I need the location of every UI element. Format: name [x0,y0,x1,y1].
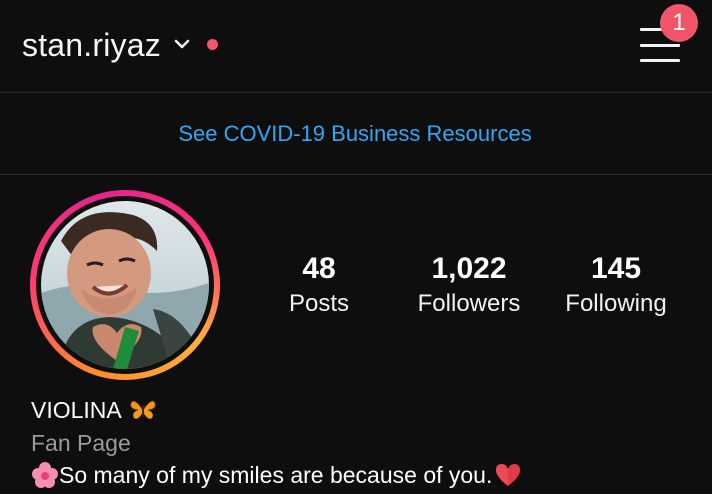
account-username[interactable]: stan.riyaz [22,27,161,64]
avatar [41,201,209,369]
profile-screen: stan.riyaz 1 See COVID-19 Business Resou… [0,0,712,494]
following-stat[interactable]: 145 Following [556,252,676,318]
following-count: 145 [590,252,642,285]
status-dot [207,39,218,50]
followers-stat[interactable]: 1,022 Followers [402,252,536,318]
heart-icon [496,464,521,486]
posts-count: 48 [302,252,336,285]
covid-resources-link[interactable]: See COVID-19 Business Resources [178,121,531,147]
profile-bio-text: So many of my smiles are because of you. [59,462,493,488]
profile-name: VIOLINA [31,396,156,424]
chevron-down-icon[interactable] [173,36,191,54]
butterfly-icon [129,400,156,419]
followers-count: 1,022 [431,252,507,285]
story-ring[interactable] [30,190,220,380]
profile-category: Fan Page [31,430,131,456]
posts-label: Posts [288,290,350,317]
followers-label: Followers [417,290,521,317]
top-bar: stan.riyaz 1 [0,0,712,93]
posts-stat[interactable]: 48 Posts [276,252,362,318]
profile-name-text: VIOLINA [31,397,122,423]
notification-badge: 1 [660,4,698,42]
profile-photo[interactable] [41,201,209,369]
flower-icon [32,462,58,488]
profile-bio: So many of my smiles are because of you. [31,460,522,490]
covid-resources-banner: See COVID-19 Business Resources [0,93,712,175]
following-label: Following [565,290,667,317]
